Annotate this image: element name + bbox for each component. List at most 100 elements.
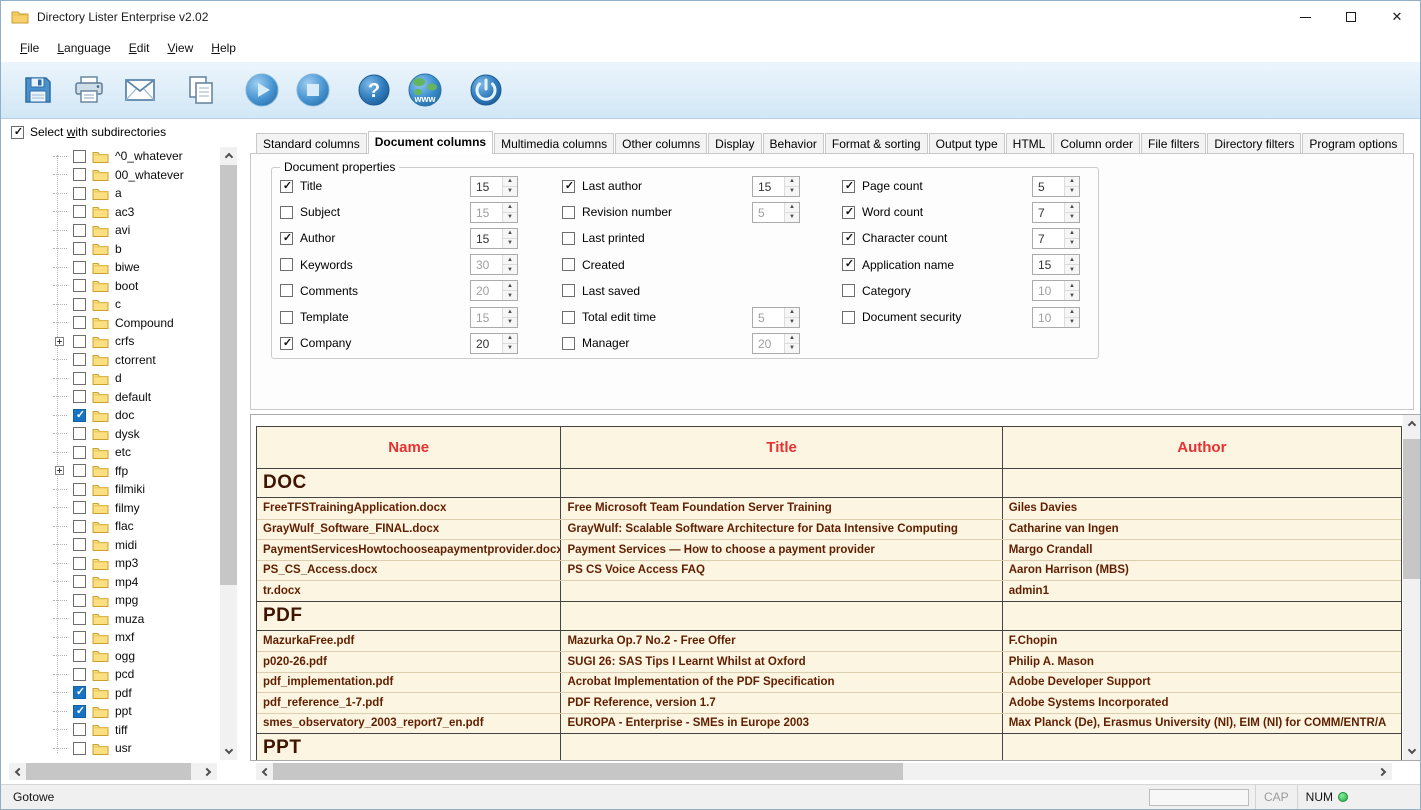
tree-item-compound[interactable]: Compound bbox=[1, 314, 219, 333]
spin-up-icon[interactable]: ▲ bbox=[1065, 307, 1079, 318]
tree-checkbox[interactable] bbox=[73, 630, 86, 644]
document-security-width-spinner[interactable]: 10 ▲ ▼ bbox=[1032, 306, 1080, 328]
tree-checkbox[interactable] bbox=[73, 279, 86, 293]
created-checkbox[interactable] bbox=[562, 258, 575, 272]
tree-item-biwe[interactable]: biwe bbox=[1, 258, 219, 277]
scroll-up-arrow[interactable] bbox=[220, 147, 237, 164]
tree-checkbox[interactable] bbox=[73, 612, 86, 626]
scroll-thumb[interactable] bbox=[1403, 439, 1420, 579]
tree-item-d[interactable]: d bbox=[1, 369, 219, 388]
tree-checkbox[interactable] bbox=[73, 464, 86, 478]
tree-item-filmy[interactable]: filmy bbox=[1, 499, 219, 518]
scroll-thumb[interactable] bbox=[220, 165, 237, 585]
preview-vertical-scrollbar[interactable] bbox=[1403, 415, 1420, 760]
tree-checkbox[interactable] bbox=[73, 408, 87, 422]
manager-checkbox[interactable] bbox=[562, 336, 575, 350]
application-name-width-spinner[interactable]: 15 ▲ ▼ bbox=[1032, 254, 1080, 276]
tree-checkbox[interactable] bbox=[73, 704, 87, 718]
menu-language[interactable]: Language bbox=[48, 37, 119, 59]
select-with-subdirectories[interactable]: Select with subdirectories bbox=[11, 125, 166, 139]
category-checkbox[interactable] bbox=[842, 284, 855, 298]
spin-down-icon[interactable]: ▼ bbox=[503, 186, 517, 196]
template-checkbox[interactable] bbox=[280, 310, 293, 324]
tree-checkbox[interactable] bbox=[73, 260, 86, 274]
tab-standard-columns[interactable]: Standard columns bbox=[256, 133, 367, 154]
print-button[interactable] bbox=[66, 67, 112, 113]
tree-checkbox[interactable] bbox=[73, 482, 86, 496]
title-checkbox[interactable] bbox=[280, 179, 294, 193]
revision-number-checkbox[interactable] bbox=[562, 205, 575, 219]
tree-item-etc[interactable]: etc bbox=[1, 443, 219, 462]
word-count-width-spinner[interactable]: 7 ▲ ▼ bbox=[1032, 201, 1080, 223]
help-button[interactable]: ? bbox=[351, 67, 397, 113]
spin-up-icon[interactable]: ▲ bbox=[503, 307, 517, 318]
tree-checkbox[interactable] bbox=[73, 316, 86, 330]
tree-checkbox[interactable] bbox=[73, 685, 87, 700]
tree-item-mp4[interactable]: mp4 bbox=[1, 573, 219, 592]
company-checkbox[interactable] bbox=[280, 336, 294, 350]
tree-vertical-scrollbar[interactable] bbox=[220, 147, 237, 760]
power-button[interactable] bbox=[463, 67, 509, 113]
tree-checkbox[interactable] bbox=[73, 556, 86, 570]
tree-item-b[interactable]: b bbox=[1, 240, 219, 259]
spin-down-icon[interactable]: ▼ bbox=[785, 212, 799, 222]
spin-down-icon[interactable]: ▼ bbox=[785, 186, 799, 196]
author-checkbox[interactable] bbox=[280, 231, 294, 245]
tree-checkbox[interactable] bbox=[73, 501, 86, 515]
tree-item-boot[interactable]: boot bbox=[1, 277, 219, 296]
keywords-width-spinner[interactable]: 30 ▲ ▼ bbox=[470, 254, 518, 276]
maximize-button[interactable] bbox=[1328, 1, 1374, 33]
tree-item-mp3[interactable]: mp3 bbox=[1, 554, 219, 573]
tree-checkbox[interactable] bbox=[73, 168, 86, 182]
spin-down-icon[interactable]: ▼ bbox=[503, 212, 517, 222]
menu-help[interactable]: Help bbox=[202, 37, 245, 59]
last-printed-checkbox[interactable] bbox=[562, 231, 575, 245]
tree-checkbox[interactable] bbox=[73, 242, 86, 256]
spin-up-icon[interactable]: ▲ bbox=[503, 202, 517, 213]
tab-multimedia-columns[interactable]: Multimedia columns bbox=[494, 133, 615, 154]
last-author-checkbox[interactable] bbox=[562, 179, 576, 193]
spin-down-icon[interactable]: ▼ bbox=[503, 343, 517, 353]
spin-down-icon[interactable]: ▼ bbox=[503, 238, 517, 248]
tab-column-order[interactable]: Column order bbox=[1053, 133, 1141, 154]
tree-checkbox[interactable] bbox=[73, 723, 86, 737]
scroll-right-arrow[interactable] bbox=[200, 763, 217, 780]
tree-checkbox[interactable] bbox=[73, 205, 86, 219]
email-button[interactable] bbox=[117, 67, 163, 113]
total-edit-time-checkbox[interactable] bbox=[562, 310, 575, 324]
tree-checkbox[interactable] bbox=[73, 149, 86, 163]
spin-down-icon[interactable]: ▼ bbox=[1065, 291, 1079, 301]
spin-up-icon[interactable]: ▲ bbox=[1065, 255, 1079, 266]
company-width-spinner[interactable]: 20 ▲ ▼ bbox=[470, 332, 518, 354]
tab-behavior[interactable]: Behavior bbox=[762, 133, 824, 154]
menu-view[interactable]: View bbox=[158, 37, 202, 59]
tab-directory-filters[interactable]: Directory filters bbox=[1207, 133, 1302, 154]
tree-item-muza[interactable]: muza bbox=[1, 610, 219, 629]
spin-up-icon[interactable]: ▲ bbox=[503, 255, 517, 266]
spin-down-icon[interactable]: ▼ bbox=[1065, 265, 1079, 275]
tree-item-ogg[interactable]: ogg bbox=[1, 647, 219, 666]
tree-item-usr[interactable]: usr bbox=[1, 739, 219, 758]
spin-down-icon[interactable]: ▼ bbox=[1065, 186, 1079, 196]
page-count-width-spinner[interactable]: 5 ▲ ▼ bbox=[1032, 175, 1080, 197]
tree-item-dysk[interactable]: dysk bbox=[1, 425, 219, 444]
scroll-down-arrow[interactable] bbox=[1403, 743, 1420, 760]
tree-horizontal-scrollbar[interactable] bbox=[9, 763, 217, 780]
tree-checkbox[interactable] bbox=[73, 427, 86, 441]
close-button[interactable]: ✕ bbox=[1374, 1, 1420, 33]
tab-program-options[interactable]: Program options bbox=[1302, 133, 1405, 154]
tree-checkbox[interactable] bbox=[73, 667, 86, 681]
tree-item-00-whatever[interactable]: 00_whatever bbox=[1, 166, 219, 185]
spin-down-icon[interactable]: ▼ bbox=[785, 317, 799, 327]
tree-checkbox[interactable] bbox=[73, 519, 86, 533]
spin-up-icon[interactable]: ▲ bbox=[1065, 228, 1079, 239]
tree-checkbox[interactable] bbox=[73, 186, 86, 200]
tree-item-doc[interactable]: doc bbox=[1, 406, 219, 425]
category-width-spinner[interactable]: 10 ▲ ▼ bbox=[1032, 280, 1080, 302]
tab-document-columns[interactable]: Document columns bbox=[367, 131, 494, 154]
tree-checkbox[interactable] bbox=[73, 649, 86, 663]
tab-display[interactable]: Display bbox=[708, 133, 762, 154]
author-width-spinner[interactable]: 15 ▲ ▼ bbox=[470, 227, 518, 249]
tree-item-mpg[interactable]: mpg bbox=[1, 591, 219, 610]
application-name-checkbox[interactable] bbox=[842, 257, 856, 272]
